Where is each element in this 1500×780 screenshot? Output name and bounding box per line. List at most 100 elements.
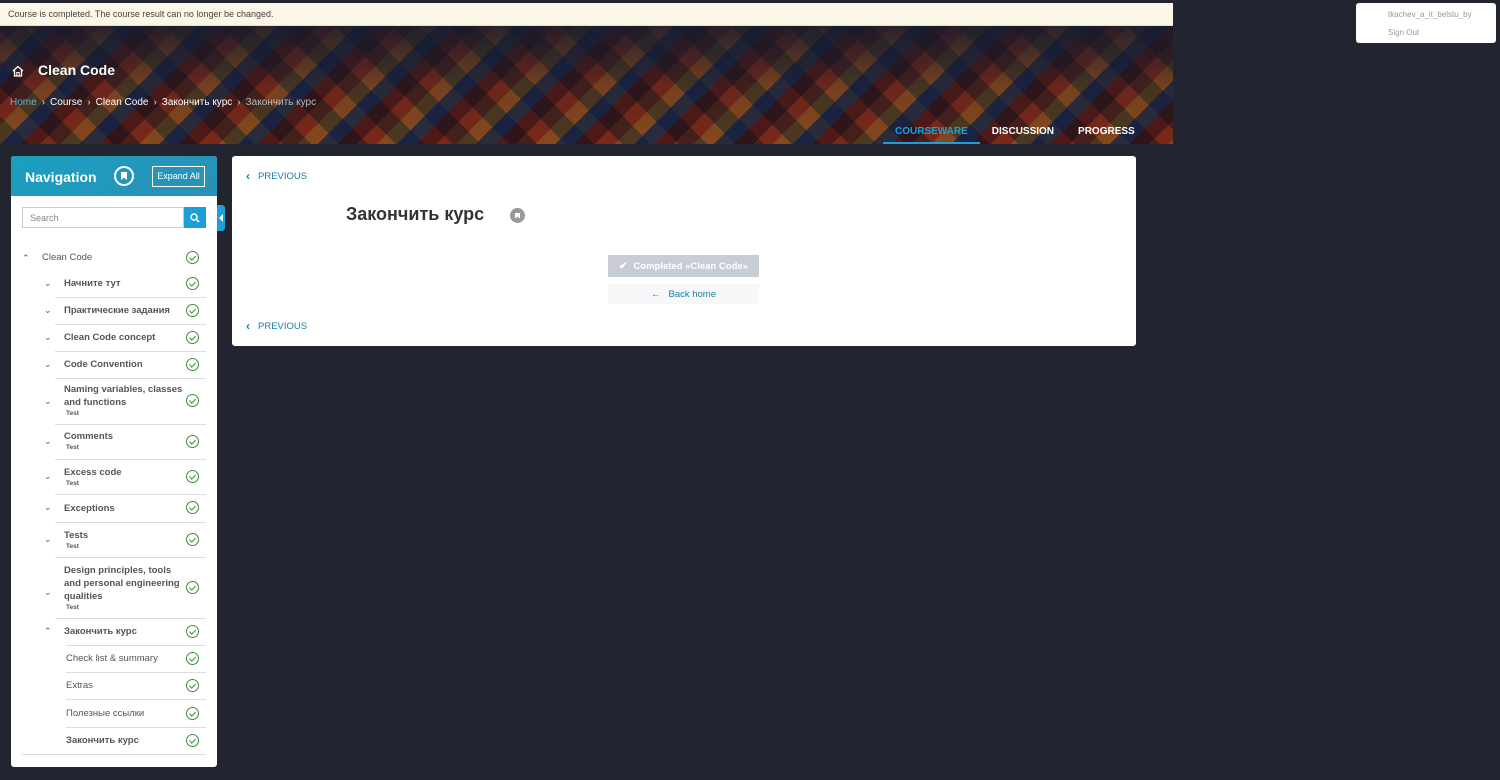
- course-title: Clean Code: [38, 62, 116, 78]
- chevron-down-icon: ⌄: [44, 534, 52, 544]
- tree-section-subtitle: Test: [66, 480, 79, 487]
- chevron-right-icon: ›: [153, 97, 157, 108]
- search-input[interactable]: [22, 207, 184, 228]
- tab-courseware[interactable]: COURSEWARE: [883, 126, 980, 144]
- check-icon: ✔: [619, 260, 628, 272]
- breadcrumb-current: Закончить курс: [245, 97, 317, 108]
- completed-check-icon: [186, 581, 199, 594]
- tree-unit-label: Check list & summary: [66, 653, 158, 664]
- course-banner: Clean Code Home › Course › Clean Code › …: [0, 26, 1173, 144]
- chevron-down-icon: ⌄: [44, 332, 52, 342]
- breadcrumb-clean-code[interactable]: Clean Code: [96, 97, 149, 108]
- chevron-right-icon: ›: [237, 97, 241, 108]
- tree-section-label: Code Convention: [64, 359, 143, 370]
- tree-section[interactable]: ⌄ Comments Test: [44, 424, 206, 459]
- chevron-up-icon: ⌃: [22, 253, 30, 263]
- previous-button-bottom[interactable]: ‹ PREVIOUS: [246, 319, 307, 333]
- chevron-down-icon: ⌄: [44, 278, 52, 288]
- tree-section-label: Tests: [64, 530, 89, 541]
- tree-unit-label: Extras: [66, 680, 93, 691]
- chevron-up-icon: ⌃: [44, 626, 52, 636]
- chevron-down-icon: ⌄: [44, 471, 52, 481]
- tree-section[interactable]: ⌄ Code Convention: [44, 351, 206, 378]
- search-button[interactable]: [184, 207, 206, 228]
- completed-check-icon: [186, 435, 199, 448]
- completed-check-icon: [186, 734, 199, 747]
- breadcrumb-home[interactable]: Home: [10, 97, 37, 108]
- tree-section[interactable]: ⌄ Naming variables, classes and function…: [44, 378, 206, 424]
- tree-section-subtitle: Test: [66, 543, 79, 550]
- completed-check-icon: [186, 652, 199, 665]
- previous-button-top[interactable]: ‹ PREVIOUS: [246, 169, 307, 183]
- sign-out-link[interactable]: Sign Out: [1388, 28, 1419, 37]
- completed-check-icon: [186, 358, 199, 371]
- unit-content: ‹ PREVIOUS Закончить курс ✔ Completed «C…: [232, 156, 1136, 346]
- breadcrumb: Home › Course › Clean Code › Закончить к…: [10, 97, 316, 108]
- tree-section-label: Закончить курс: [64, 626, 137, 637]
- back-home-link[interactable]: ← Back home: [608, 284, 759, 304]
- home-icon[interactable]: [11, 64, 25, 78]
- chevron-down-icon: ⌄: [44, 305, 52, 315]
- navigation-sidebar: Navigation Expand All ⌃ Clean Code ⌄ Нач…: [11, 156, 217, 767]
- tree-unit[interactable]: Полезные ссылки: [66, 699, 206, 727]
- completed-check-icon: [186, 304, 199, 317]
- chevron-left-icon: ‹: [246, 169, 250, 183]
- course-completed-notice: Course is completed. The course result c…: [0, 3, 1173, 26]
- tree-section-label: Exceptions: [64, 503, 115, 514]
- tree-section-label: Comments: [64, 431, 114, 442]
- chevron-right-icon: ›: [41, 97, 46, 108]
- tree-unit-label: Закончить курс: [66, 735, 139, 746]
- navigation-header: Navigation Expand All: [11, 156, 217, 196]
- bookmark-icon: [121, 172, 127, 180]
- user-menu: tkachev_a_it_belstu_by Sign Out: [1356, 3, 1496, 43]
- breadcrumb-course[interactable]: Course: [50, 97, 82, 108]
- tree-root-clean-code[interactable]: ⌃ Clean Code: [22, 246, 206, 270]
- tree-section-subtitle: Test: [66, 410, 79, 417]
- completed-check-icon: [186, 277, 199, 290]
- search-box: [22, 207, 206, 228]
- completed-check-icon: [186, 679, 199, 692]
- tab-discussion[interactable]: DISCUSSION: [980, 126, 1066, 144]
- expand-all-button[interactable]: Expand All: [152, 166, 205, 187]
- bookmark-icon: [515, 212, 520, 219]
- arrow-left-icon: ←: [650, 288, 661, 300]
- bookmark-unit-button[interactable]: [510, 208, 525, 223]
- completed-label: Completed «Clean Code»: [633, 260, 748, 272]
- tree-unit[interactable]: Check list & summary: [66, 645, 206, 672]
- completed-check-icon: [186, 625, 199, 638]
- completed-check-icon: [186, 394, 199, 407]
- tree-section-label: Практические задания: [64, 305, 170, 316]
- tree-section-label: Design principles, tools and personal en…: [64, 565, 180, 602]
- completed-check-icon: [186, 251, 199, 264]
- tab-progress[interactable]: PROGRESS: [1066, 126, 1147, 144]
- tree-section-subtitle: Test: [66, 604, 79, 611]
- tree-unit-label: Полезные ссылки: [66, 708, 145, 719]
- tree-root-label: Clean Code: [42, 252, 93, 263]
- tree-section[interactable]: ⌄ Tests Test: [44, 522, 206, 557]
- chevron-left-icon: ‹: [246, 319, 250, 333]
- breadcrumb-section[interactable]: Закончить курс: [162, 97, 232, 108]
- tree-section[interactable]: ⌄ Clean Code concept: [44, 324, 206, 351]
- chevron-down-icon: ⌄: [44, 396, 52, 406]
- tree-section-subtitle: Test: [66, 444, 79, 451]
- tree-unit-active[interactable]: Закончить курс: [66, 727, 206, 754]
- tree-section[interactable]: ⌄ Excess code Test: [44, 459, 206, 494]
- tree-section-label: Начните тут: [64, 278, 121, 289]
- tree-section-label: Excess code: [64, 467, 122, 478]
- tree-section[interactable]: ⌄ Практические задания: [44, 297, 206, 324]
- completed-check-icon: [186, 533, 199, 546]
- tree-section-label: Clean Code concept: [64, 332, 156, 343]
- previous-label: PREVIOUS: [258, 170, 308, 182]
- tree-section-open[interactable]: ⌃ Закончить курс: [44, 618, 206, 645]
- previous-label: PREVIOUS: [258, 320, 308, 332]
- tree-unit[interactable]: Extras: [66, 672, 206, 699]
- completed-check-icon: [186, 501, 199, 514]
- bookmarks-button[interactable]: [114, 166, 134, 186]
- chevron-down-icon: ⌄: [44, 436, 52, 446]
- tree-section[interactable]: ⌄ Design principles, tools and personal …: [44, 557, 206, 618]
- navigation-title: Navigation: [25, 169, 97, 185]
- tree-section[interactable]: ⌄ Exceptions: [44, 494, 206, 522]
- tree-section[interactable]: ⌄ Начните тут: [44, 270, 206, 297]
- completed-check-icon: [186, 470, 199, 483]
- sidebar-collapse-toggle[interactable]: [217, 205, 225, 231]
